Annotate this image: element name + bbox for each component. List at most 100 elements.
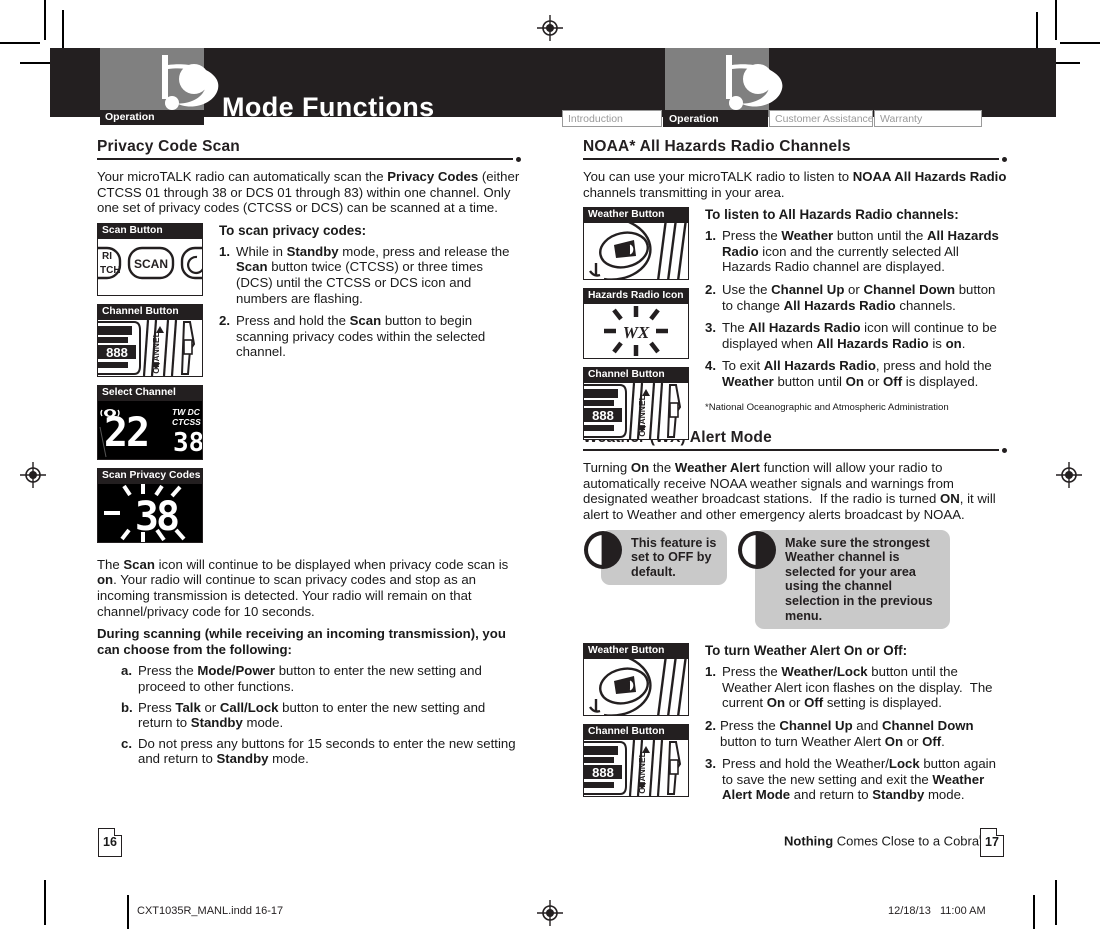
step-number: 1. [705,664,716,680]
list-item: 2. Press and hold the Scan button to begi… [219,313,486,360]
figure-caption: Weather Button [584,208,688,224]
note-text: Make sure the strongest Weather channel … [755,529,950,630]
manual-page: Mode Functions Operation Introduction Op… [0,0,1100,950]
weather-button-illustration [584,659,688,716]
svg-text:CHANNEL: CHANNEL [637,752,647,794]
figure-weather-button: Weather Button [583,207,689,281]
list-item: b. Press Talk or Call/Lock button to ente… [121,699,486,731]
svg-text:TW DC: TW DC [172,407,201,417]
figure-channel-button: Channel Button 888 CHANNEL [583,367,689,441]
wx-icon-illustration: WX [584,304,688,359]
tab-customer-assistance[interactable]: Customer Assistance [769,110,874,127]
list-item: 1. While in Standby mode, press and relea… [219,243,510,306]
page-title: Mode Functions [222,92,435,122]
figure-scan-button: Scan Button SCAN RI TCH [97,222,203,296]
figure-caption: Weather Button [584,644,688,660]
sub-heading-turn-weather-alert: To turn Weather Alert On or Off: [705,643,908,659]
option-letter: b. [121,699,133,715]
tab-warranty[interactable]: Warranty [874,110,982,127]
channel-button-illustration: 888 CHANNEL [584,740,688,797]
heading-rule [583,448,1007,456]
cobra-logo-icon [148,55,222,117]
step-number: 1. [219,243,230,259]
noaa-figure-column: Weather Button Hazards Radio Icon WX Cha… [583,207,691,448]
figure-caption: Scan Privacy Codes [98,468,202,484]
wx-alert-figure-column: Weather Button Channel Button 888 CHANNE… [583,643,691,805]
noaa-steps-list: 1. Press the Weather button until the All… [705,228,1007,389]
list-item: 2. Use the Channel Up or Channel Down but… [705,281,996,313]
channel-button-illustration: 888 CHANNEL [584,383,688,440]
privacy-scan-block: Scan Button SCAN RI TCH Channel Button 8… [97,222,521,553]
figure-hazards-radio-icon: Hazards Radio Icon WX [583,288,689,360]
figure-caption: Select Channel [98,385,202,401]
svg-text:38: 38 [135,494,178,540]
svg-text:CTCSS: CTCSS [172,417,201,427]
registration-mark-right [1056,462,1082,488]
svg-text:RI: RI [102,251,112,262]
svg-text:38: 38 [173,428,202,458]
list-item: 3. The All Hazards Radio icon will contin… [705,320,997,351]
step-number: 1. [705,228,716,244]
note-strongest-channel: Make sure the strongest Weather channel … [737,529,950,630]
print-time: 11:00 AM [940,905,986,917]
during-scanning-options: a. Press the Mode/Power button to enter t… [97,663,521,767]
sub-heading-listen-hazards: To listen to All Hazards Radio channels: [705,207,959,223]
privacy-figure-column: Scan Button SCAN RI TCH Channel Button 8… [97,222,205,551]
tab-introduction[interactable]: Introduction [562,110,662,127]
noaa-steps-text: To listen to All Hazards Radio channels:… [705,207,1007,413]
list-item: a. Press the Mode/Power button to enter t… [121,663,482,694]
noaa-footnote: *National Oceanographic and Atmospheric … [705,401,949,413]
sub-heading-scan-privacy-codes: To scan privacy codes: [219,222,367,238]
figure-caption: Hazards Radio Icon [584,289,688,305]
heading-rule [583,157,1007,165]
right-column: NOAA* All Hazards Radio Channels You can… [583,138,1007,803]
noaa-intro-paragraph: You can use your microTALK radio to list… [583,169,1007,200]
registration-mark-top [537,15,563,41]
wx-alert-steps-text: To turn Weather Alert On or Off: 1. Press… [705,643,1007,803]
registration-mark-left [20,462,46,488]
privacy-steps-list: 1. While in Standby mode, press and relea… [219,244,521,360]
left-column: Privacy Code Scan Your microTALK radio c… [97,138,521,772]
tagline-bold: Nothing [784,833,834,849]
note-default-off: This feature is set to OFF by default. [583,529,727,586]
step-number: 2. [219,313,230,329]
figure-caption: Scan Button [98,223,202,239]
privacy-steps-text: To scan privacy codes: 1. While in Standb… [219,223,521,360]
svg-text:TCH: TCH [100,265,121,276]
figure-channel-button: Channel Button 888 CHANNEL [97,303,203,377]
figure-caption: Channel Button [584,725,688,741]
during-scanning-heading: During scanning (while receiving an inco… [97,626,506,657]
chapter-tabs: Introduction Operation Customer Assistan… [562,110,982,127]
privacy-after-paragraph: The Scan icon will continue to be displa… [97,556,509,619]
step-number: 3. [705,756,716,772]
tab-operation[interactable]: Operation [663,110,768,127]
figure-channel-button: Channel Button 888 CHANNEL [583,724,689,798]
channel-button-illustration: 888 CHANNEL [98,319,202,376]
list-item: 1. Press the Weather/Lock button until th… [705,664,993,711]
svg-text:22: 22 [104,410,148,456]
brand-tagline: Nothing Comes Close to a Cobra® [784,833,985,848]
page-number-right: 17 [980,828,1004,857]
svg-text:CHANNEL: CHANNEL [637,395,647,437]
option-letter: a. [121,663,132,679]
page-corner-fold [996,828,1004,836]
svg-text:888: 888 [106,345,128,360]
list-item: c. Do not press any buttons for 15 second… [121,735,516,767]
page-corner-fold [114,828,122,836]
figure-scan-privacy-codes: Scan Privacy Codes 38 [97,467,203,543]
step-number: 4. [705,358,716,374]
figure-caption: Channel Button [584,368,688,384]
weather-button-illustration [584,223,688,280]
section-heading-privacy-code-scan: Privacy Code Scan [97,138,240,155]
list-item: 1. Press the Weather button until the All… [705,228,999,275]
print-timestamp: 12/18/13 11:00 AM [888,905,986,917]
print-date: 12/18/13 [888,905,931,917]
page-number-left: 16 [98,828,122,857]
list-item: 3. Press and hold the Weather/Lock button… [705,756,996,803]
page-number-value: 17 [985,835,999,849]
list-item: 4. To exit All Hazards Radio, press and h… [705,358,992,389]
list-item: 2. Press the Channel Up and Channel Down … [705,717,974,749]
note-callouts: This feature is set to OFF by default. M… [583,529,1007,630]
lcd-select-channel-illustration: 22 38 TW DC CTCSS [98,400,202,459]
print-file-name: CXT1035R_MANL.indd 16-17 [137,905,284,917]
